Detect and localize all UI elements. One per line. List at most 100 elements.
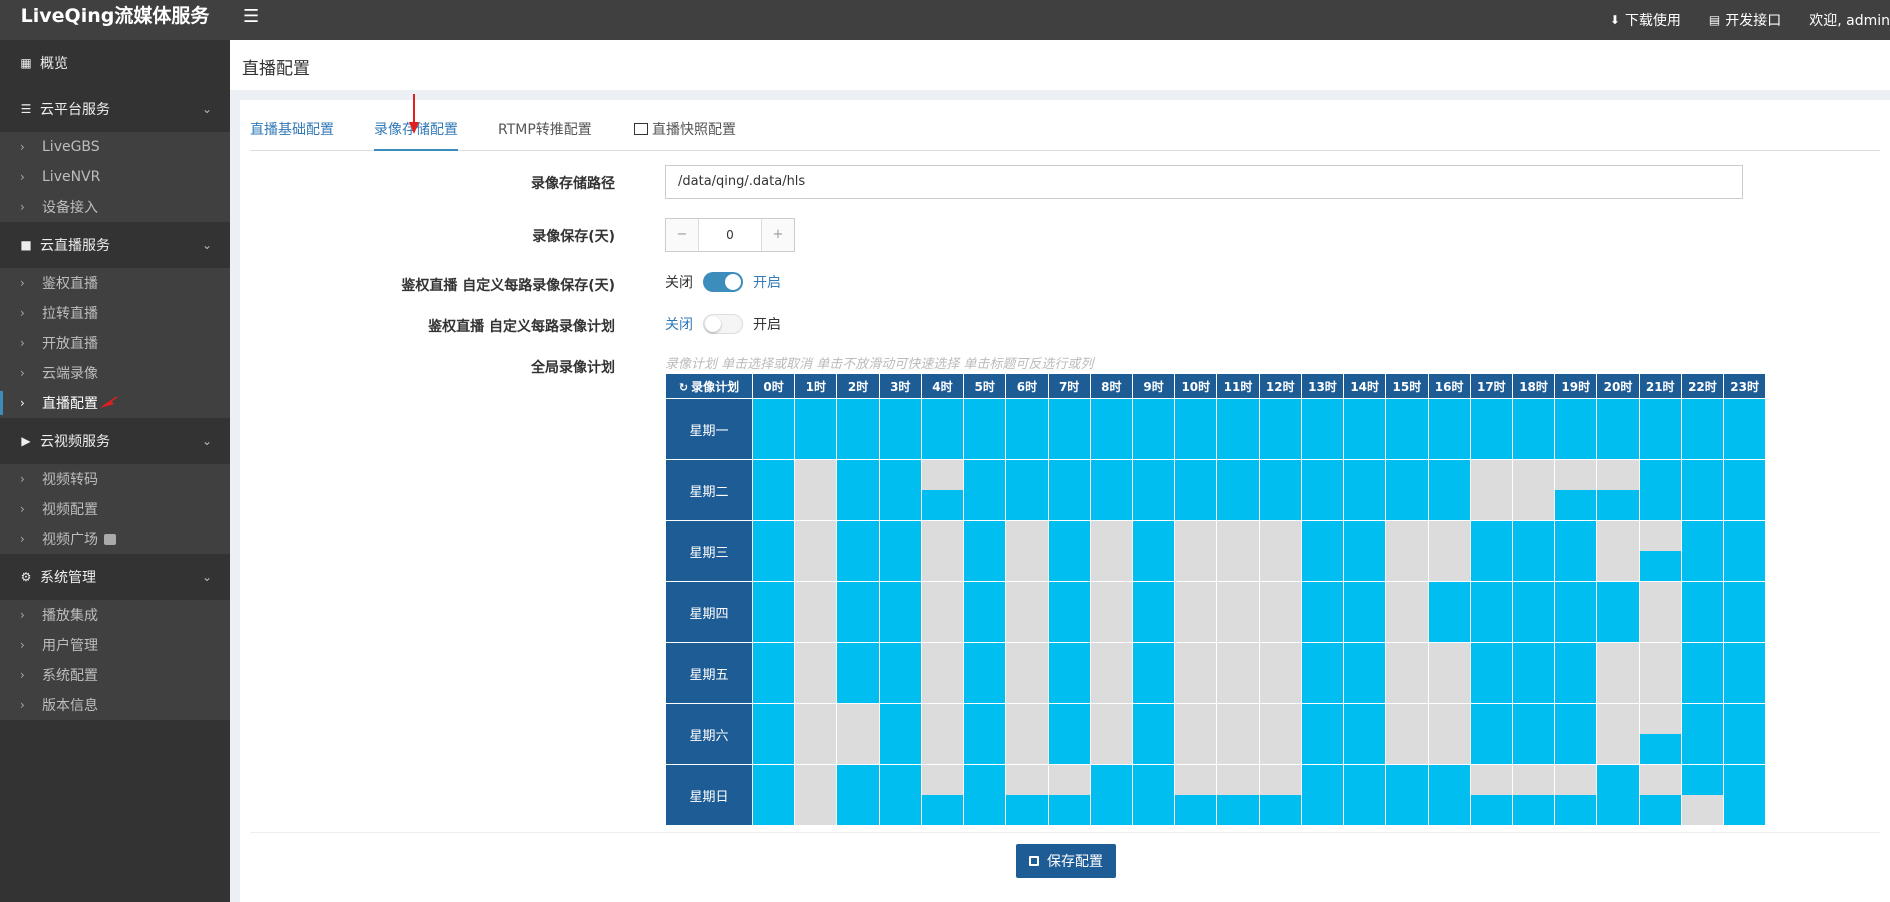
tab-live-basic[interactable]: 直播基础配置 xyxy=(250,112,334,149)
half-hour-slot[interactable] xyxy=(964,429,1006,459)
half-hour-slot[interactable] xyxy=(1132,551,1175,581)
half-hour-slot[interactable] xyxy=(1555,429,1597,459)
half-hour-slot[interactable] xyxy=(1006,582,1048,612)
tab-live-snapshot[interactable]: 直播快照配置 xyxy=(634,112,736,149)
half-hour-slot[interactable] xyxy=(795,490,837,520)
half-hour-slot[interactable] xyxy=(1681,704,1724,734)
half-hour-slot[interactable] xyxy=(1090,460,1132,490)
half-hour-slot[interactable] xyxy=(1639,765,1681,795)
half-hour-slot[interactable] xyxy=(1681,399,1724,429)
half-hour-slot[interactable] xyxy=(1259,551,1301,581)
half-hour-slot[interactable] xyxy=(1555,704,1597,734)
half-hour-slot[interactable] xyxy=(753,399,795,429)
half-hour-slot[interactable] xyxy=(1428,460,1470,490)
half-hour-slot[interactable] xyxy=(879,521,921,551)
half-hour-slot[interactable] xyxy=(1428,704,1470,734)
half-hour-slot[interactable] xyxy=(1090,429,1132,459)
half-hour-slot[interactable] xyxy=(879,795,921,825)
half-hour-slot[interactable] xyxy=(1006,673,1048,703)
half-hour-slot[interactable] xyxy=(1555,551,1597,581)
half-hour-slot[interactable] xyxy=(1724,612,1766,642)
half-hour-slot[interactable] xyxy=(1301,460,1344,490)
half-hour-slot[interactable] xyxy=(837,521,879,551)
half-hour-slot[interactable] xyxy=(1259,765,1301,795)
half-hour-slot[interactable] xyxy=(1555,521,1597,551)
half-hour-slot[interactable] xyxy=(1597,429,1639,459)
half-hour-slot[interactable] xyxy=(837,612,879,642)
half-hour-slot[interactable] xyxy=(1344,429,1386,459)
half-hour-slot[interactable] xyxy=(837,734,879,764)
half-hour-slot[interactable] xyxy=(1724,673,1766,703)
half-hour-slot[interactable] xyxy=(1301,521,1344,551)
half-hour-slot[interactable] xyxy=(1597,795,1639,825)
half-hour-slot[interactable] xyxy=(753,612,795,642)
half-hour-slot[interactable] xyxy=(795,551,837,581)
half-hour-slot[interactable] xyxy=(1344,612,1386,642)
half-hour-slot[interactable] xyxy=(1512,795,1555,825)
half-hour-slot[interactable] xyxy=(1217,643,1259,673)
half-hour-slot[interactable] xyxy=(1597,612,1639,642)
half-hour-slot[interactable] xyxy=(1639,551,1681,581)
half-hour-slot[interactable] xyxy=(1259,582,1301,612)
half-hour-slot[interactable] xyxy=(1259,643,1301,673)
half-hour-slot[interactable] xyxy=(837,551,879,581)
half-hour-slot[interactable] xyxy=(1175,795,1217,825)
half-hour-slot[interactable] xyxy=(1301,429,1344,459)
half-hour-slot[interactable] xyxy=(1344,704,1386,734)
half-hour-slot[interactable] xyxy=(1681,521,1724,551)
half-hour-slot[interactable] xyxy=(1301,582,1344,612)
half-hour-slot[interactable] xyxy=(795,673,837,703)
sidebar-item-video-config[interactable]: › 视频配置 xyxy=(0,494,230,524)
hour-header[interactable]: 2时 xyxy=(836,373,880,399)
half-hour-slot[interactable] xyxy=(964,765,1006,795)
half-hour-slot[interactable] xyxy=(1132,521,1175,551)
hour-header[interactable]: 22时 xyxy=(1680,373,1725,399)
half-hour-slot[interactable] xyxy=(1724,765,1766,795)
tab-rtmp-push[interactable]: RTMP转推配置 xyxy=(498,112,592,149)
half-hour-slot[interactable] xyxy=(1048,704,1090,734)
half-hour-slot[interactable] xyxy=(1555,582,1597,612)
half-hour-slot[interactable] xyxy=(753,460,795,490)
half-hour-slot[interactable] xyxy=(1090,643,1132,673)
half-hour-slot[interactable] xyxy=(795,460,837,490)
half-hour-slot[interactable] xyxy=(795,521,837,551)
half-hour-slot[interactable] xyxy=(753,734,795,764)
half-hour-slot[interactable] xyxy=(1259,704,1301,734)
hour-header[interactable]: 0时 xyxy=(751,373,796,399)
half-hour-slot[interactable] xyxy=(1555,460,1597,490)
hour-header[interactable]: 20时 xyxy=(1596,373,1640,399)
half-hour-slot[interactable] xyxy=(921,582,964,612)
half-hour-slot[interactable] xyxy=(753,582,795,612)
half-hour-slot[interactable] xyxy=(1344,460,1386,490)
half-hour-slot[interactable] xyxy=(964,582,1006,612)
half-hour-slot[interactable] xyxy=(1048,490,1090,520)
half-hour-slot[interactable] xyxy=(1006,795,1048,825)
half-hour-slot[interactable] xyxy=(1512,582,1555,612)
sidebar-group-cloud-video[interactable]: ▶ 云视频服务 ⌄ xyxy=(0,418,230,464)
half-hour-slot[interactable] xyxy=(1428,673,1470,703)
half-hour-slot[interactable] xyxy=(1090,490,1132,520)
half-hour-slot[interactable] xyxy=(921,643,964,673)
hour-header[interactable]: 19时 xyxy=(1554,373,1598,399)
half-hour-slot[interactable] xyxy=(753,765,795,795)
half-hour-slot[interactable] xyxy=(1386,399,1428,429)
sidebar-item-livegbs[interactable]: › LiveGBS xyxy=(0,132,230,162)
half-hour-slot[interactable] xyxy=(1217,765,1259,795)
half-hour-slot[interactable] xyxy=(921,704,964,734)
half-hour-slot[interactable] xyxy=(1048,551,1090,581)
half-hour-slot[interactable] xyxy=(837,704,879,734)
half-hour-slot[interactable] xyxy=(964,704,1006,734)
half-hour-slot[interactable] xyxy=(1175,551,1217,581)
half-hour-slot[interactable] xyxy=(1597,521,1639,551)
half-hour-slot[interactable] xyxy=(1259,795,1301,825)
half-hour-slot[interactable] xyxy=(1386,643,1428,673)
half-hour-slot[interactable] xyxy=(1597,490,1639,520)
day-header[interactable]: 星期六 xyxy=(665,703,753,765)
sidebar-item-pull-live[interactable]: › 拉转直播 xyxy=(0,298,230,328)
hour-header[interactable]: 15时 xyxy=(1385,373,1429,399)
half-hour-slot[interactable] xyxy=(1597,582,1639,612)
sidebar-item-version-info[interactable]: › 版本信息 xyxy=(0,690,230,720)
half-hour-slot[interactable] xyxy=(1175,612,1217,642)
half-hour-slot[interactable] xyxy=(795,399,837,429)
sidebar-item-livenvr[interactable]: › LiveNVR xyxy=(0,162,230,192)
